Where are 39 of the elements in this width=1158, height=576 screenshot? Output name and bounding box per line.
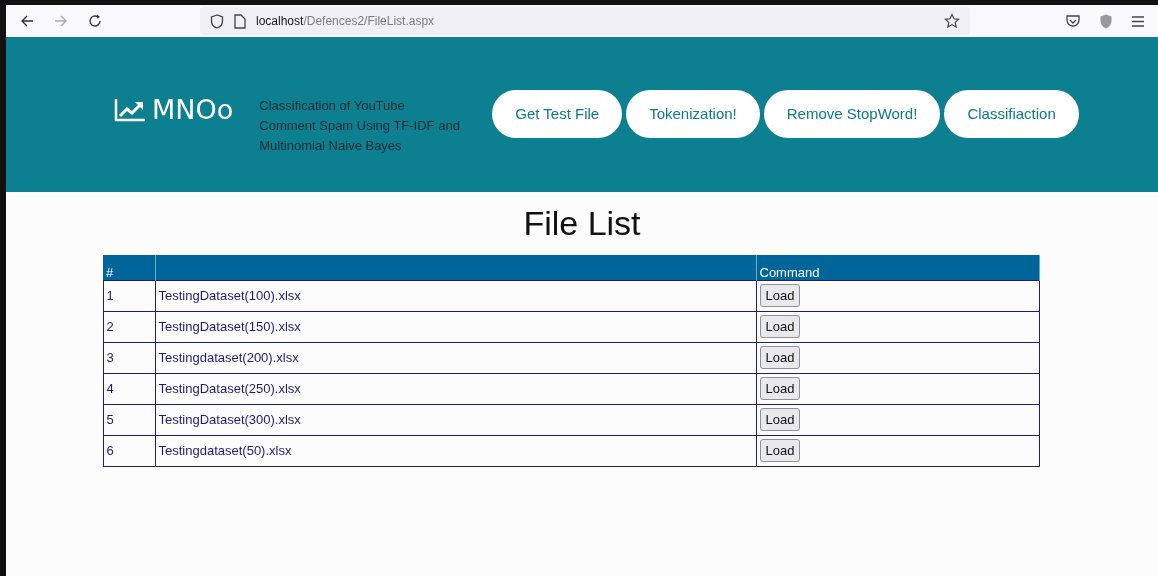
- url-path: /Defences2/FileList.aspx: [303, 14, 435, 28]
- chart-line-icon: [114, 97, 146, 122]
- load-button[interactable]: Load: [759, 439, 801, 462]
- nav-button[interactable]: Remove StopWord!: [763, 89, 941, 138]
- table-cell: Testingdataset(50).xlsx: [155, 435, 756, 466]
- table-cell: TestingDataset(250).xlsx: [155, 373, 756, 404]
- column-header: Command: [756, 255, 1039, 280]
- table-cell: 1: [103, 280, 155, 311]
- table-cell: 6: [103, 435, 155, 466]
- table-cell: TestingDataset(100).xlsx: [155, 280, 756, 311]
- load-button[interactable]: Load: [759, 408, 801, 431]
- address-bar[interactable]: localhost/Defences2/FileList.aspx: [200, 7, 970, 35]
- page-title: File List: [523, 204, 641, 243]
- menu-icon[interactable]: [1132, 15, 1144, 27]
- table-cell: 5: [103, 404, 155, 435]
- back-icon[interactable]: [20, 14, 34, 28]
- table-cell: 4: [103, 373, 155, 404]
- load-button[interactable]: Load: [759, 346, 801, 369]
- page-icon: [234, 13, 246, 29]
- reload-icon[interactable]: [88, 14, 102, 28]
- table-cell: 2: [103, 311, 155, 342]
- site-subtitle: Classification of YouTube Comment Spam Using TF-IDF and Multinomial Naive Bayes: [259, 96, 461, 155]
- nav-button[interactable]: Get Test File: [492, 89, 623, 138]
- shield-extension-icon[interactable]: [1100, 13, 1112, 29]
- brand-name[interactable]: MNOo: [152, 94, 234, 125]
- table-cell: TestingDataset(300).xlsx: [155, 404, 756, 435]
- shield-icon[interactable]: [210, 13, 224, 29]
- column-header: #: [103, 255, 155, 280]
- table-cell: 3: [103, 342, 155, 373]
- nav-button[interactable]: Tokenization!: [626, 89, 760, 138]
- pocket-icon[interactable]: [1066, 14, 1080, 28]
- load-button[interactable]: Load: [759, 315, 801, 338]
- bookmark-star-icon[interactable]: [944, 13, 960, 29]
- table-cell: Testingdataset(200).xlsx: [155, 342, 756, 373]
- load-button[interactable]: Load: [759, 284, 801, 307]
- table-cell: TestingDataset(150).xlsx: [155, 311, 756, 342]
- load-button[interactable]: Load: [759, 377, 801, 400]
- url-host: localhost: [256, 14, 304, 28]
- nav-button[interactable]: Classifiaction: [944, 89, 1079, 138]
